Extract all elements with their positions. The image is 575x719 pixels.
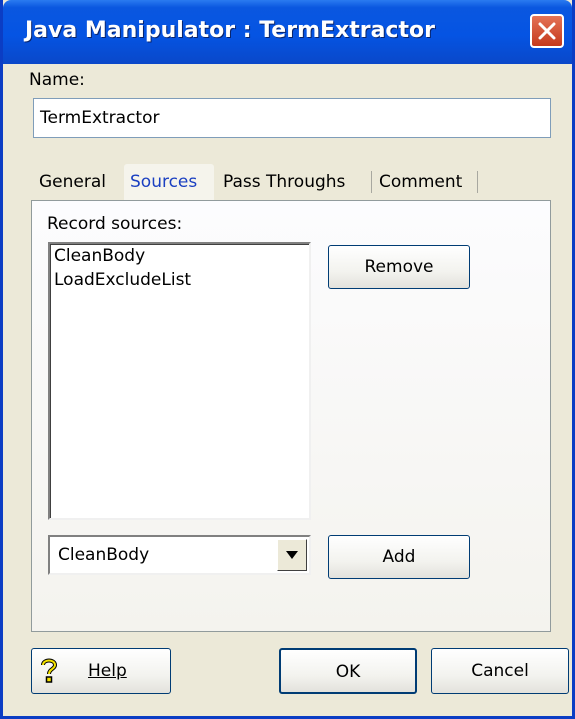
window-title: Java Manipulator : TermExtractor — [25, 18, 435, 43]
tab-sources[interactable]: Sources — [124, 164, 214, 200]
tab-separator — [371, 171, 372, 193]
list-item[interactable]: LoadExcludeList — [50, 268, 309, 292]
tab-pass-throughs[interactable]: Pass Throughs — [217, 164, 351, 200]
list-item[interactable]: CleanBody — [50, 244, 309, 268]
ok-button[interactable]: OK — [279, 648, 417, 694]
help-button[interactable]: Help — [31, 648, 171, 694]
source-select-value: CleanBody — [58, 545, 150, 565]
cancel-button[interactable]: Cancel — [431, 648, 569, 694]
tab-strip: General Sources Pass Throughs Comment — [29, 164, 549, 200]
record-sources-list[interactable]: CleanBody LoadExcludeList — [48, 242, 311, 520]
add-button[interactable]: Add — [328, 535, 470, 579]
source-select[interactable]: CleanBody — [48, 535, 311, 575]
name-label: Name: — [29, 70, 85, 90]
dialog-window: Java Manipulator : TermExtractor Name: T… — [0, 0, 575, 719]
tab-comment[interactable]: Comment — [373, 164, 468, 200]
remove-button[interactable]: Remove — [328, 245, 470, 289]
close-button[interactable] — [530, 14, 564, 48]
help-icon — [40, 657, 58, 688]
record-sources-label: Record sources: — [47, 214, 183, 234]
dropdown-button[interactable] — [277, 539, 307, 571]
tab-general[interactable]: General — [33, 164, 112, 200]
title-bar[interactable]: Java Manipulator : TermExtractor — [3, 0, 572, 64]
tab-separator — [477, 171, 478, 193]
help-label: Help — [88, 661, 127, 681]
name-input[interactable]: TermExtractor — [33, 98, 551, 138]
